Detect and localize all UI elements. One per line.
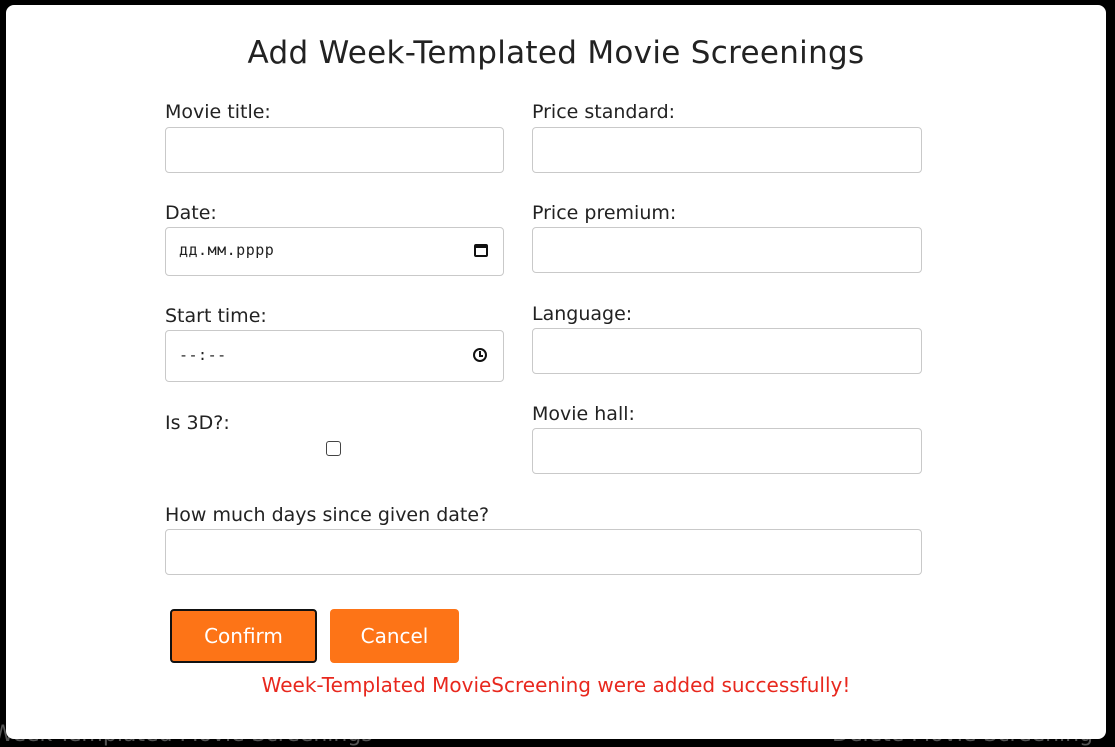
start-time-label: Start time:: [165, 305, 267, 327]
confirm-button[interactable]: Confirm: [170, 609, 317, 663]
calendar-icon[interactable]: [474, 244, 488, 257]
price-standard-input[interactable]: [532, 127, 922, 173]
price-premium-label: Price premium:: [532, 202, 677, 224]
cancel-button[interactable]: Cancel: [330, 609, 459, 663]
add-screenings-modal: Add Week-Templated Movie Screenings Movi…: [6, 5, 1106, 739]
movie-hall-label: Movie hall:: [532, 403, 635, 425]
modal-title: Add Week-Templated Movie Screenings: [247, 35, 865, 71]
start-time-input[interactable]: --:--: [165, 330, 504, 382]
movie-title-label: Movie title:: [165, 101, 271, 123]
success-message: Week-Templated MovieScreening were added…: [261, 673, 851, 697]
price-premium-input[interactable]: [532, 227, 922, 273]
days-since-label: How much days since given date?: [165, 504, 490, 526]
days-since-input[interactable]: [165, 529, 922, 575]
date-label: Date:: [165, 202, 217, 224]
date-input[interactable]: дд.мм.рррр: [165, 227, 504, 276]
clock-icon[interactable]: [473, 348, 487, 362]
is-3d-checkbox[interactable]: [326, 441, 341, 456]
is-3d-label: Is 3D?:: [165, 412, 230, 434]
movie-title-input[interactable]: [165, 127, 504, 173]
language-label: Language:: [532, 303, 633, 325]
language-input[interactable]: [532, 328, 922, 374]
date-placeholder: дд.мм.рррр: [179, 241, 275, 259]
price-standard-label: Price standard:: [532, 101, 676, 123]
movie-hall-input[interactable]: [532, 428, 922, 474]
start-time-placeholder: --:--: [179, 346, 227, 364]
